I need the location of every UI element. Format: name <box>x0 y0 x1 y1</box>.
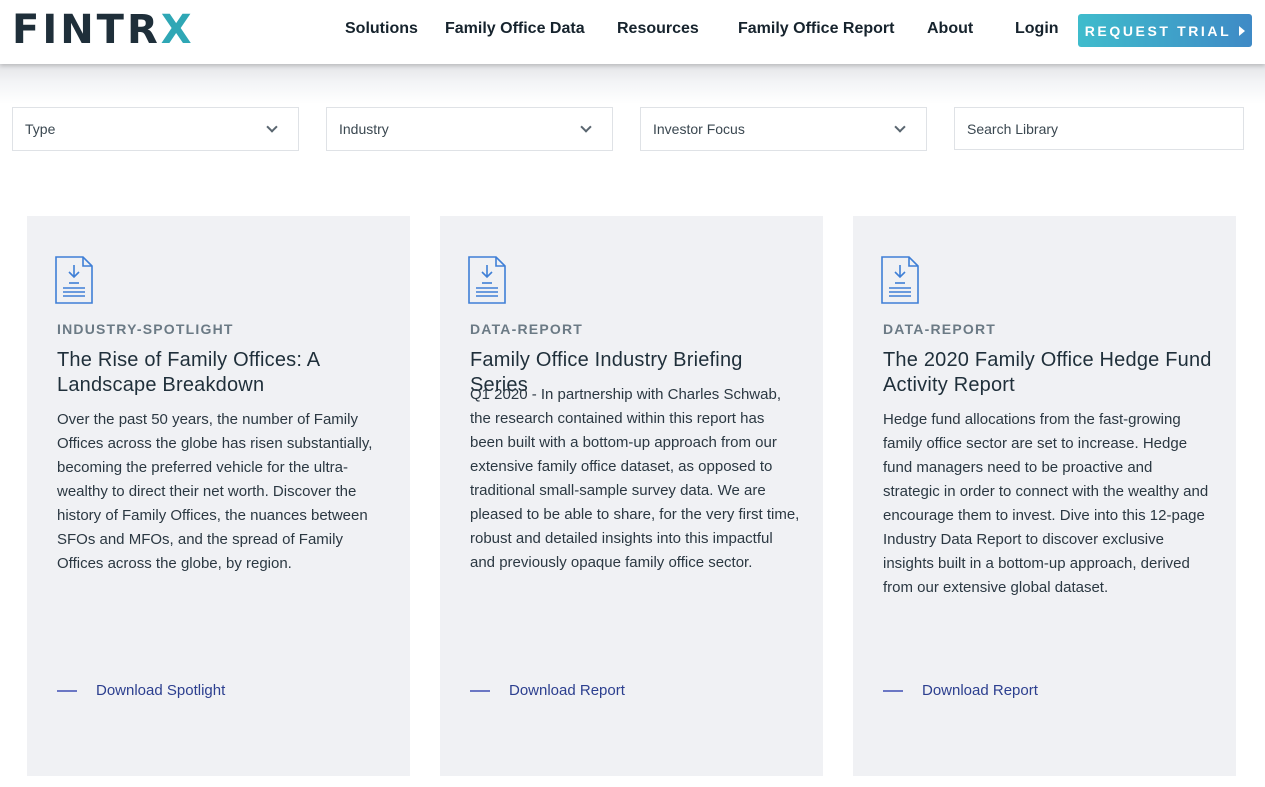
document-download-icon <box>468 256 506 304</box>
investor-focus-filter-label: Investor Focus <box>653 121 745 137</box>
document-download-icon <box>55 256 93 304</box>
caret-right-icon <box>1239 25 1246 36</box>
nav-family-office-data[interactable]: Family Office Data <box>445 20 585 38</box>
card-category: DATA-REPORT <box>470 321 584 337</box>
nav-login[interactable]: Login <box>1015 20 1059 38</box>
card-title: The Rise of Family Offices: A Landscape … <box>57 349 320 396</box>
card-category: INDUSTRY-SPOTLIGHT <box>57 321 234 337</box>
search-library-input[interactable] <box>954 107 1244 150</box>
download-report-link[interactable]: Download Report <box>470 682 625 699</box>
resource-card: DATA-REPORT The 2020 Family Office Hedge… <box>853 216 1236 776</box>
link-dash <box>57 689 77 692</box>
fintrx-logo[interactable]: FINTRX <box>12 4 204 54</box>
download-link-label: Download Report <box>922 682 1038 699</box>
logo-wordmark: FINTRX <box>12 7 195 53</box>
document-download-icon <box>881 256 919 304</box>
industry-filter-label: Industry <box>339 121 389 137</box>
download-spotlight-link[interactable]: Download Spotlight <box>57 682 225 699</box>
download-link-label: Download Spotlight <box>96 682 226 699</box>
nav-resources[interactable]: Resources <box>617 20 699 38</box>
industry-filter-select[interactable]: Industry <box>326 107 613 151</box>
investor-focus-filter-select[interactable]: Investor Focus <box>640 107 927 151</box>
type-filter-select[interactable]: Type <box>12 107 299 151</box>
resource-card: INDUSTRY-SPOTLIGHT The Rise of Family Of… <box>27 216 410 776</box>
header-shadow-band <box>0 64 1265 104</box>
nav-about[interactable]: About <box>927 20 973 38</box>
link-dash <box>470 689 490 692</box>
nav-solutions[interactable]: Solutions <box>345 20 418 38</box>
card-description: Q1 2020 - In partnership with Charles Sc… <box>470 386 800 571</box>
request-trial-label: REQUEST TRIAL <box>1084 22 1232 39</box>
site-header: FINTRX Solutions Family Office Data Reso… <box>0 0 1265 64</box>
chevron-down-icon <box>266 121 278 133</box>
chevron-down-icon <box>580 121 592 133</box>
download-report-link[interactable]: Download Report <box>883 682 1038 699</box>
card-description: Hedge fund allocations from the fast-gro… <box>883 411 1209 596</box>
card-title: The 2020 Family Office Hedge Fund Activi… <box>883 349 1212 396</box>
type-filter-label: Type <box>25 121 56 137</box>
chevron-down-icon <box>894 121 906 133</box>
card-category: DATA-REPORT <box>883 321 997 337</box>
nav-family-office-report[interactable]: Family Office Report <box>738 20 894 38</box>
request-trial-button[interactable]: REQUEST TRIAL <box>1078 14 1252 47</box>
link-dash <box>883 689 903 692</box>
resource-card: DATA-REPORT Family Office Industry Brief… <box>440 216 823 776</box>
download-link-label: Download Report <box>509 682 625 699</box>
card-description: Over the past 50 years, the number of Fa… <box>57 411 373 572</box>
